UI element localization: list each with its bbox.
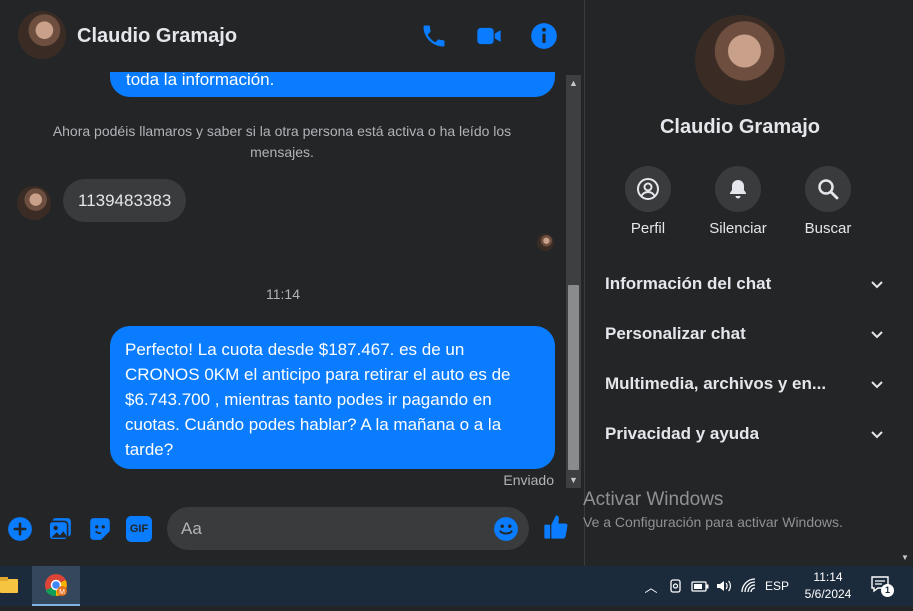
scroll-up-arrow-icon[interactable]: ▲ [566,75,581,91]
chevron-down-icon [871,431,883,439]
contact-name[interactable]: Claudio Gramajo [77,25,237,48]
section-label: Información del chat [605,274,772,293]
profile-name: Claudio Gramajo [659,116,821,138]
windows-taskbar: M ︿ ESP 11:14 5/6/2024 1 [0,566,913,606]
video-call-icon[interactable] [475,22,503,50]
message-scrollbar[interactable]: ▲ ▼ [566,75,581,488]
message-input-container[interactable] [167,507,529,550]
watermark-subtitle: Ve a Configuración para activar Windows. [583,514,843,530]
section-chat-info[interactable]: Información del chat [605,264,885,304]
chevron-down-icon [871,381,883,389]
action-label: Silenciar [709,220,767,237]
windows-activation-watermark: Activar Windows Ve a Configuración para … [583,488,843,532]
section-label: Personalizar chat [605,324,746,343]
clock-date: 5/6/2024 [804,587,852,601]
bell-icon [730,180,746,199]
chat-header: Claudio Gramajo [0,0,584,72]
chrome-taskbar-button[interactable]: M [32,566,80,606]
message-list: toda la información. Ahora podéis llamar… [0,72,566,494]
mute-action-button[interactable]: Silenciar [693,166,783,237]
search-action-circle [805,166,851,212]
scroll-down-arrow-icon[interactable]: ▼ [566,472,581,488]
search-action-button[interactable]: Buscar [783,166,873,237]
scroll-thumb[interactable] [568,285,579,470]
folder-icon [0,577,18,593]
phone-call-icon[interactable] [420,22,448,50]
message-input[interactable] [181,507,481,550]
watermark-title: Activar Windows [583,489,724,510]
section-label: Multimedia, archivos y en... [605,374,827,393]
section-label: Privacidad y ayuda [605,424,760,443]
info-icon[interactable] [530,22,558,50]
outgoing-message-bubble[interactable]: toda la información. [110,72,555,97]
seen-indicator-avatar [537,234,554,251]
incoming-message-bubble[interactable]: 1139483383 [63,179,187,222]
message-status: Enviado [503,472,554,488]
scroll-down-arrow-icon[interactable]: ▼ [901,553,909,562]
messenger-window: Claudio Gramajo toda la información. Aho… [0,0,913,566]
sender-avatar[interactable] [17,186,51,220]
file-explorer-taskbar-button[interactable] [0,566,22,606]
action-label: Perfil [630,220,666,237]
chat-info-panel: Claudio Gramajo Perfil Silenciar Buscar … [585,0,913,566]
search-icon [818,179,839,200]
section-media-files[interactable]: Multimedia, archivos y en... [605,364,885,404]
message-composer: GIF [0,500,584,560]
mute-action-circle [715,166,761,212]
profile-action-circle [625,166,671,212]
profile-icon [637,178,659,200]
show-hidden-icons-chevron-icon[interactable]: ︿ [644,577,658,595]
chrome-icon: M [45,574,67,597]
section-privacy-help[interactable]: Privacidad y ayuda [605,414,885,454]
system-note: Ahora podéis llamaros y saber si la otra… [52,123,512,160]
contact-avatar[interactable] [18,11,66,59]
notification-center-button[interactable]: 1 [870,575,894,597]
system-clock[interactable]: 11:14 5/6/2024 [796,569,860,603]
language-indicator[interactable]: ESP [764,577,790,595]
svg-text:M: M [59,589,65,596]
time-separator: 11:14 [266,286,300,302]
sticker-icon[interactable] [87,516,113,542]
profile-avatar[interactable] [695,15,785,105]
profile-action-button[interactable]: Perfil [603,166,693,237]
message-text: Perfecto! La cuota desde $187.467. es de… [125,340,511,459]
action-label: Buscar [804,220,852,237]
gif-label: GIF [129,523,149,535]
side-scrollbar[interactable]: ▼ [898,0,913,566]
thumbs-up-icon[interactable] [542,513,570,541]
message-text: toda la información. [126,72,275,89]
notification-badge: 1 [881,584,894,597]
gif-icon[interactable]: GIF [126,516,152,542]
photo-gallery-icon[interactable] [47,516,73,542]
wifi-icon[interactable] [740,577,758,595]
volume-icon[interactable] [716,577,732,595]
chevron-down-icon [871,281,883,289]
emoji-icon[interactable] [493,516,519,542]
meet-now-icon[interactable] [668,577,684,595]
outgoing-message-bubble[interactable]: Perfecto! La cuota desde $187.467. es de… [110,326,555,469]
battery-icon[interactable] [691,577,709,595]
chevron-down-icon [871,331,883,339]
clock-time: 11:14 [813,570,843,584]
section-customize-chat[interactable]: Personalizar chat [605,314,885,354]
chat-panel: Claudio Gramajo toda la información. Aho… [0,0,584,566]
plus-icon[interactable] [7,516,33,542]
